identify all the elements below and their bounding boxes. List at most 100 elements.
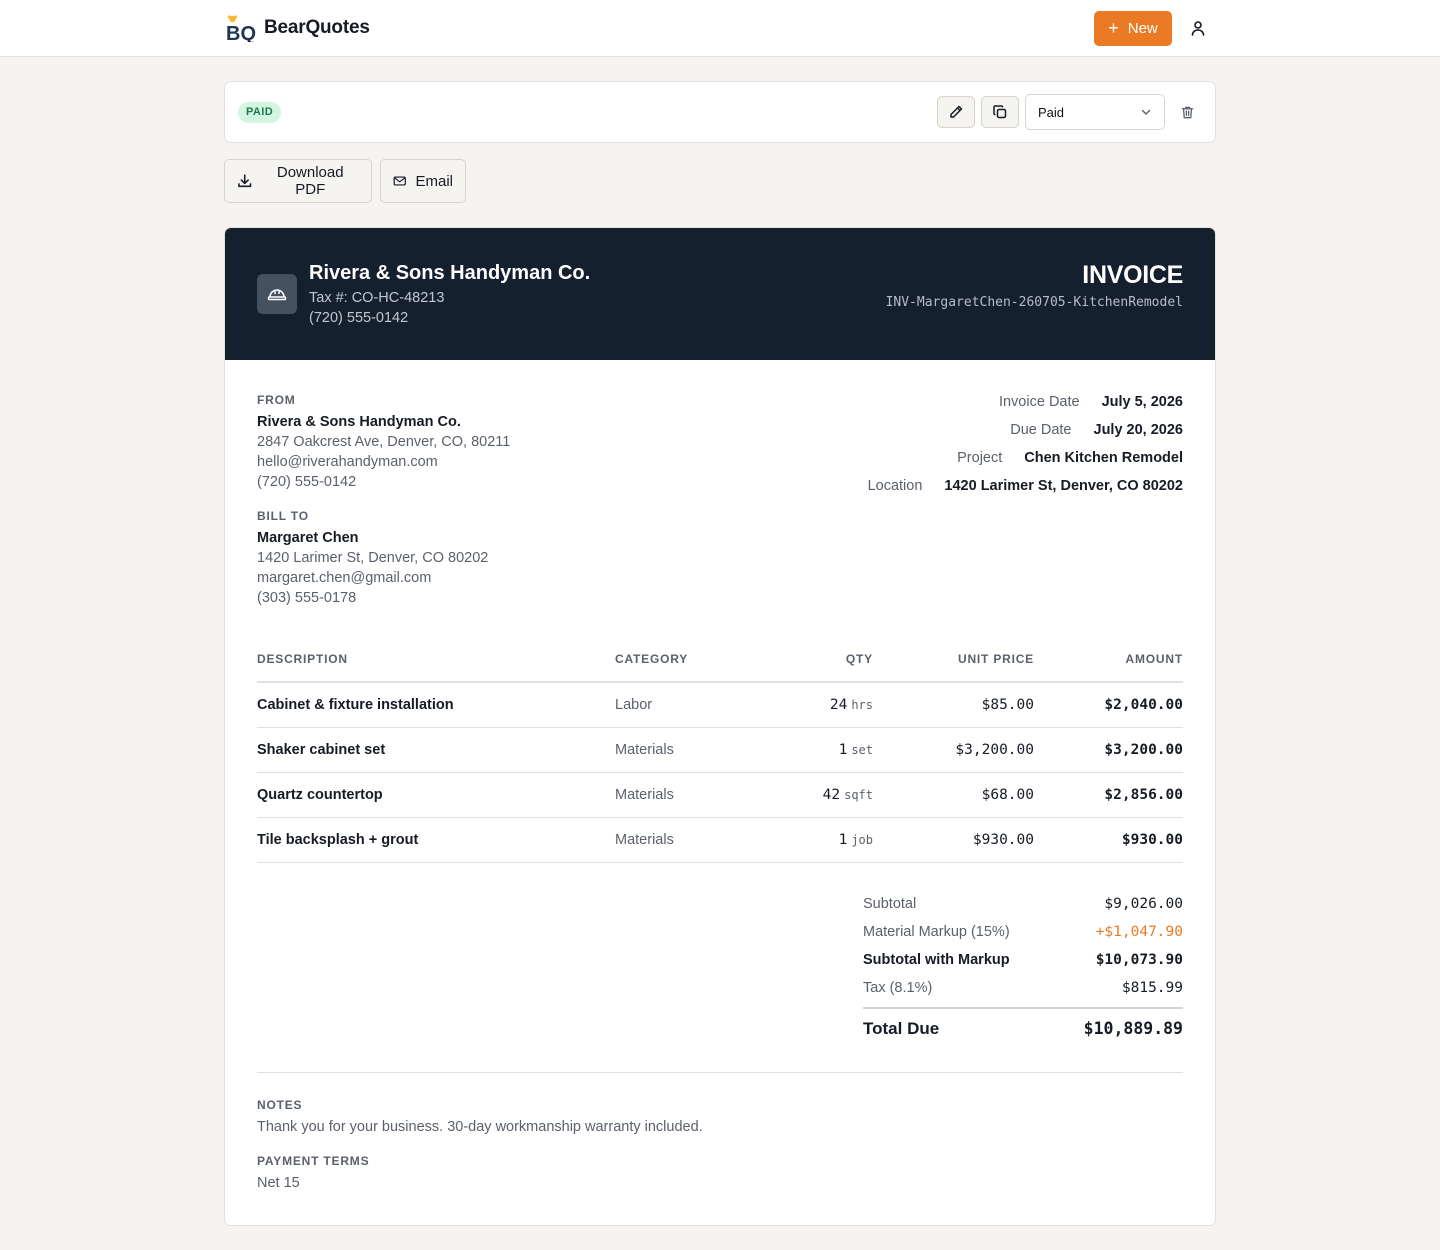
meta-value: 1420 Larimer St, Denver, CO 80202 bbox=[944, 478, 1183, 494]
status-badge: PAID bbox=[238, 102, 282, 123]
column-header-category: CATEGORY bbox=[615, 652, 689, 666]
totals-divider bbox=[863, 1007, 1183, 1009]
markup-value: +$1,047.90 bbox=[1095, 924, 1183, 940]
total-due-label: Total Due bbox=[863, 1019, 940, 1038]
qty-value: 42 bbox=[822, 787, 841, 803]
item-amount: $2,040.00 bbox=[1104, 697, 1183, 713]
delete-button[interactable] bbox=[1177, 102, 1197, 122]
invoice-number: INV-MargaretChen-260705-KitchenRemodel bbox=[885, 295, 1183, 310]
subtotal-value: $9,026.00 bbox=[1104, 896, 1183, 912]
status-select[interactable]: Paid bbox=[1025, 94, 1165, 130]
meta-value: July 20, 2026 bbox=[1093, 422, 1184, 438]
app-name: BearQuotes bbox=[264, 17, 370, 38]
from-label: FROM bbox=[257, 393, 296, 407]
bill-to-phone: (303) 555-0178 bbox=[257, 590, 357, 606]
bill-to-address: 1420 Larimer St, Denver, CO 80202 bbox=[257, 550, 489, 566]
meta-value: July 5, 2026 bbox=[1101, 394, 1183, 410]
invoice-header: Rivera & Sons Handyman Co. Tax #: CO-HC-… bbox=[225, 228, 1215, 360]
notes-divider bbox=[257, 1072, 1183, 1073]
item-qty: 1 set bbox=[839, 742, 873, 758]
meta-due-date: Due Date July 20, 2026 bbox=[1010, 422, 1183, 438]
email-label: Email bbox=[415, 172, 453, 190]
qty-unit: sqft bbox=[844, 788, 873, 802]
from-address: 2847 Oakcrest Ave, Denver, CO, 80211 bbox=[257, 434, 511, 450]
qty-unit: job bbox=[851, 833, 873, 847]
meta-value: Chen Kitchen Remodel bbox=[1024, 450, 1183, 466]
meta-label: Location bbox=[867, 478, 923, 494]
subtotal-label: Subtotal bbox=[863, 896, 917, 912]
email-button[interactable]: Email bbox=[380, 159, 466, 203]
item-unit-price: $930.00 bbox=[972, 832, 1034, 848]
item-qty: 42 sqft bbox=[823, 787, 873, 803]
item-description: Shaker cabinet set bbox=[257, 742, 386, 758]
table-row: Quartz countertop Materials 42 sqft $68.0… bbox=[257, 773, 1183, 818]
qty-unit: set bbox=[851, 743, 873, 757]
new-button[interactable]: + New bbox=[1094, 11, 1172, 46]
top-navigation-bar: BQ BearQuotes + New bbox=[0, 0, 1440, 57]
from-phone: (720) 555-0142 bbox=[257, 474, 357, 490]
invoice-status-bar: PAID Paid bbox=[224, 81, 1216, 143]
total-due-value: $10,889.89 bbox=[1083, 1019, 1183, 1038]
item-category: Labor bbox=[615, 697, 653, 713]
item-category: Materials bbox=[615, 787, 674, 803]
meta-label: Project bbox=[957, 450, 1003, 466]
column-header-amount: AMOUNT bbox=[1125, 652, 1183, 666]
item-amount: $2,856.00 bbox=[1104, 787, 1183, 803]
tax-value: $815.99 bbox=[1121, 980, 1183, 996]
tax-label: Tax (8.1%) bbox=[863, 980, 933, 996]
item-description: Tile backsplash + grout bbox=[257, 832, 419, 848]
meta-invoice-date: Invoice Date July 5, 2026 bbox=[999, 394, 1183, 410]
meta-project: Project Chen Kitchen Remodel bbox=[957, 450, 1183, 466]
download-icon bbox=[238, 174, 252, 188]
markup-label: Material Markup (15%) bbox=[863, 924, 1010, 940]
item-category: Materials bbox=[615, 742, 674, 758]
notes-text: Thank you for your business. 30-day work… bbox=[257, 1119, 703, 1135]
invoice-title: INVOICE bbox=[1082, 261, 1183, 289]
item-unit-price: $68.00 bbox=[981, 787, 1034, 803]
table-row: Shaker cabinet set Materials 1 set $3,200… bbox=[257, 728, 1183, 773]
from-name: Rivera & Sons Handyman Co. bbox=[257, 414, 461, 430]
business-phone: (720) 555-0142 bbox=[309, 310, 409, 326]
duplicate-button[interactable] bbox=[981, 96, 1019, 128]
trash-icon bbox=[1181, 106, 1193, 118]
status-select-value: Paid bbox=[1038, 104, 1065, 120]
new-button-label: New bbox=[1127, 20, 1158, 37]
qty-value: 1 bbox=[838, 742, 848, 758]
hard-hat-icon bbox=[257, 274, 297, 314]
item-description: Cabinet & fixture installation bbox=[257, 697, 454, 713]
bear-logo-icon: BQ bbox=[226, 14, 256, 45]
from-email: hello@riverahandyman.com bbox=[257, 454, 438, 470]
user-icon[interactable] bbox=[1187, 17, 1209, 39]
brand[interactable]: BQ BearQuotes bbox=[226, 14, 370, 45]
bill-to-email: margaret.chen@gmail.com bbox=[257, 570, 432, 586]
notes-label: NOTES bbox=[257, 1098, 303, 1112]
plus-icon: + bbox=[1108, 17, 1119, 38]
column-header-description: DESCRIPTION bbox=[257, 652, 348, 666]
payment-terms-label: PAYMENT TERMS bbox=[257, 1154, 370, 1168]
svg-text:BQ: BQ bbox=[226, 23, 256, 42]
item-category: Materials bbox=[615, 832, 674, 848]
pencil-icon bbox=[950, 105, 963, 118]
edit-button[interactable] bbox=[937, 96, 975, 128]
business-name: Rivera & Sons Handyman Co. bbox=[309, 262, 591, 284]
table-row: Cabinet & fixture installation Labor 24 h… bbox=[257, 683, 1183, 728]
item-qty: 24 hrs bbox=[830, 697, 873, 713]
item-unit-price: $85.00 bbox=[981, 697, 1034, 713]
meta-label: Due Date bbox=[1010, 422, 1072, 438]
bill-to-label: BILL TO bbox=[257, 509, 309, 523]
qty-value: 24 bbox=[829, 697, 848, 713]
download-pdf-button[interactable]: Download PDF bbox=[224, 159, 372, 203]
item-amount: $930.00 bbox=[1121, 832, 1183, 848]
subtotal-with-markup-value: $10,073.90 bbox=[1095, 952, 1183, 968]
qty-value: 1 bbox=[838, 832, 848, 848]
table-row: Tile backsplash + grout Materials 1 job $… bbox=[257, 818, 1183, 863]
invoice-document: Rivera & Sons Handyman Co. Tax #: CO-HC-… bbox=[224, 227, 1216, 1226]
item-unit-price: $3,200.00 bbox=[955, 742, 1034, 758]
download-pdf-label: Download PDF bbox=[276, 164, 344, 198]
bill-to-name: Margaret Chen bbox=[257, 530, 359, 546]
mail-icon bbox=[393, 176, 406, 186]
business-tax-number: Tax #: CO-HC-48213 bbox=[309, 290, 445, 306]
column-header-unit-price: UNIT PRICE bbox=[957, 652, 1034, 666]
item-amount: $3,200.00 bbox=[1104, 742, 1183, 758]
meta-label: Invoice Date bbox=[998, 394, 1080, 410]
